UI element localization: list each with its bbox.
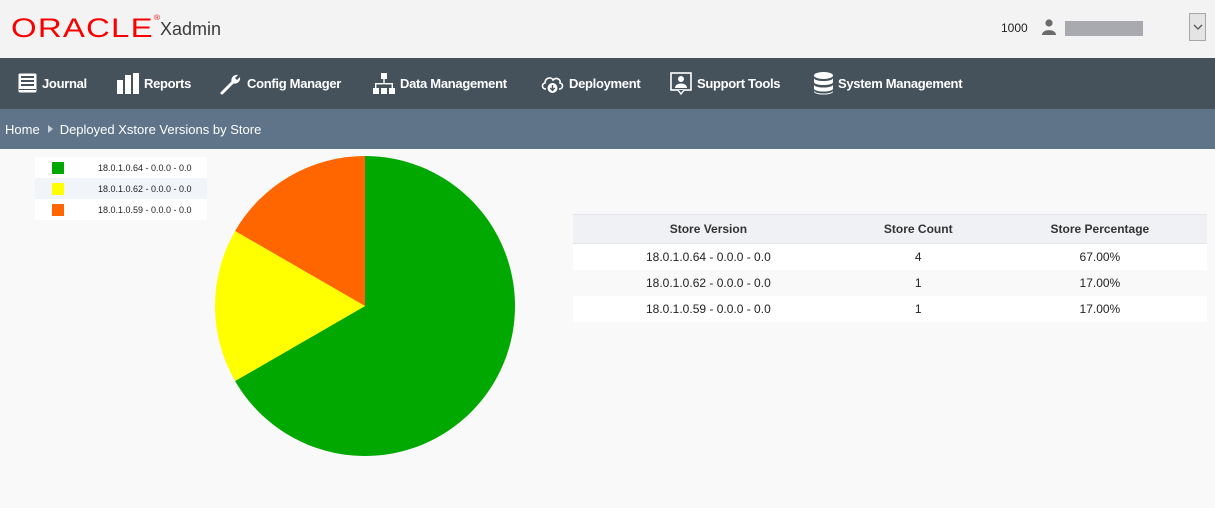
cell-store-percentage: 67.00% [992, 243, 1207, 270]
table-header-row: Store Version Store Count Store Percenta… [573, 214, 1207, 244]
user-icon [1042, 19, 1056, 35]
table-row: 18.0.1.0.64 - 0.0.0 - 0.0 4 67.00% [573, 243, 1207, 270]
breadcrumb: Home Deployed Xstore Versions by Store [0, 109, 1215, 149]
header-bar: ORACLE® Xadmin 1000 [0, 0, 1215, 58]
oracle-logo: ORACLE® [11, 13, 162, 43]
database-icon [814, 72, 833, 95]
breadcrumb-current: Deployed Xstore Versions by Store [59, 121, 262, 137]
cell-store-count: 1 [843, 295, 993, 322]
legend-item[interactable]: 18.0.1.0.59 - 0.0.0 - 0.0 [35, 199, 207, 220]
column-header-store-percentage[interactable]: Store Percentage [992, 214, 1207, 244]
journal-book-icon [18, 73, 37, 93]
nav-label: Journal [42, 76, 87, 91]
wrench-icon [220, 74, 241, 94]
hierarchy-icon [373, 72, 395, 94]
nav-label: Data Management [400, 76, 507, 91]
nav-label: System Management [838, 76, 963, 91]
app-name: Xadmin [160, 19, 222, 39]
nav-label: Reports [144, 76, 192, 91]
legend-label: 18.0.1.0.62 - 0.0.0 - 0.0 [98, 183, 192, 194]
nav-label: Support Tools [697, 76, 781, 91]
breadcrumb-home[interactable]: Home [5, 122, 40, 137]
column-header-store-version[interactable]: Store Version [573, 214, 844, 244]
nav-label: Deployment [569, 76, 641, 91]
legend-label: 18.0.1.0.64 - 0.0.0 - 0.0 [98, 162, 192, 173]
table-row: 18.0.1.0.62 - 0.0.0 - 0.0 1 17.00% [573, 269, 1207, 296]
nav-reports[interactable]: Reports [117, 58, 191, 109]
column-header-store-count[interactable]: Store Count [843, 214, 993, 244]
nav-system-management[interactable]: System Management [814, 58, 963, 109]
main-nav: Journal Reports Config Manager Data Mana… [0, 58, 1215, 109]
nav-support-tools[interactable]: Support Tools [670, 58, 781, 109]
breadcrumb-separator-icon [47, 125, 53, 133]
username-redacted [1065, 21, 1143, 36]
chart-legend: 18.0.1.0.64 - 0.0.0 - 0.0 18.0.1.0.62 - … [35, 157, 207, 220]
support-person-icon [670, 72, 692, 95]
cell-store-count: 4 [843, 243, 993, 270]
nav-label: Config Manager [247, 76, 342, 91]
nav-config-manager[interactable]: Config Manager [220, 58, 341, 109]
cloud-download-icon [541, 76, 564, 93]
table-row: 18.0.1.0.59 - 0.0.0 - 0.0 1 17.00% [573, 295, 1207, 322]
cell-store-version: 18.0.1.0.59 - 0.0.0 - 0.0 [573, 295, 844, 322]
legend-swatch [52, 182, 64, 195]
chevron-down-icon [1193, 24, 1203, 30]
cell-store-version: 18.0.1.0.64 - 0.0.0 - 0.0 [573, 243, 844, 270]
cell-store-percentage: 17.00% [992, 269, 1207, 296]
cell-store-percentage: 17.00% [992, 295, 1207, 322]
cell-store-version: 18.0.1.0.62 - 0.0.0 - 0.0 [573, 269, 844, 296]
legend-item[interactable]: 18.0.1.0.64 - 0.0.0 - 0.0 [35, 157, 207, 178]
legend-swatch [52, 203, 64, 216]
legend-label: 18.0.1.0.59 - 0.0.0 - 0.0 [98, 204, 192, 215]
nav-journal[interactable]: Journal [18, 58, 87, 109]
store-version-table: Store Version Store Count Store Percenta… [573, 214, 1207, 322]
nav-deployment[interactable]: Deployment [541, 58, 641, 109]
org-id: 1000 [1001, 21, 1028, 35]
cell-store-count: 1 [843, 269, 993, 296]
legend-item[interactable]: 18.0.1.0.62 - 0.0.0 - 0.0 [35, 178, 207, 199]
user-menu-dropdown[interactable] [1189, 13, 1206, 41]
reports-bar-icon [117, 73, 139, 94]
pie-chart [215, 156, 515, 456]
legend-swatch [52, 161, 64, 174]
nav-data-management[interactable]: Data Management [373, 58, 507, 109]
